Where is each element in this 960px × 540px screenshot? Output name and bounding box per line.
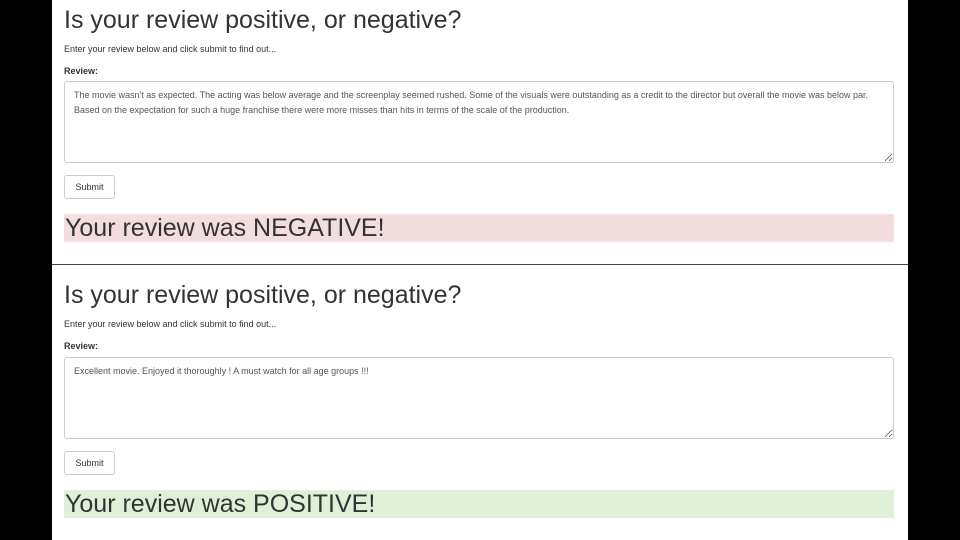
review-panel-negative: Is your review positive, or negative? En… (52, 0, 908, 264)
instructions-text: Enter your review below and click submit… (64, 319, 277, 329)
review-panel-positive: Is your review positive, or negative? En… (52, 265, 908, 540)
review-textarea[interactable]: The movie wasn't as expected. The acting… (64, 81, 894, 163)
submit-button[interactable]: Submit (64, 451, 115, 475)
screenshot-stage: Is your review positive, or negative? En… (52, 0, 908, 540)
page-title: Is your review positive, or negative? (64, 6, 462, 34)
result-negative-banner: Your review was NEGATIVE! (64, 214, 894, 242)
review-label: Review: (64, 66, 99, 76)
submit-button[interactable]: Submit (64, 175, 115, 199)
result-positive-banner: Your review was POSITIVE! (64, 490, 894, 518)
instructions-text: Enter your review below and click submit… (64, 44, 277, 54)
review-textarea[interactable]: Excellent movie. Enjoyed it thoroughly !… (64, 357, 894, 439)
page-title: Is your review positive, or negative? (64, 281, 462, 309)
review-label: Review: (64, 341, 99, 351)
